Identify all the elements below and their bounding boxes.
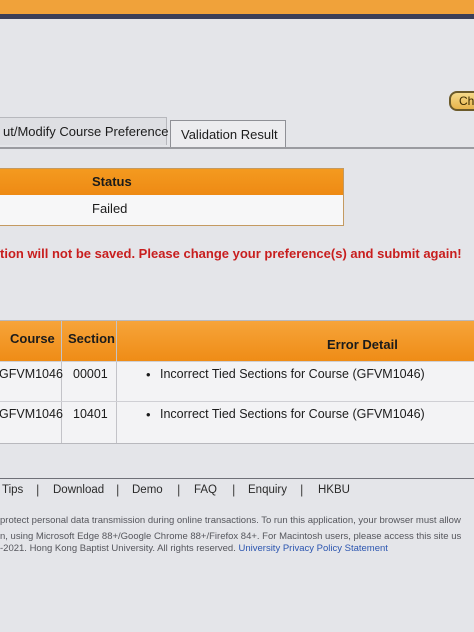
browser-notice-line: protect personal data transmission durin… xyxy=(0,515,461,526)
table-row: GFVM1046 00001 • Incorrect Tied Sections… xyxy=(0,361,474,401)
error-detail: Incorrect Tied Sections for Course (GFVM… xyxy=(160,367,425,381)
status-table: Status Failed xyxy=(0,168,344,226)
error-table: Course Section Error Detail GFVM1046 000… xyxy=(0,320,474,444)
copyright-line: -2021. Hong Kong Baptist University. All… xyxy=(0,543,474,554)
column-header-course: Course xyxy=(10,331,55,346)
footer-link-hkbu[interactable]: HKBU xyxy=(318,484,350,496)
footer-link-demo[interactable]: Demo xyxy=(132,484,163,496)
status-value: Failed xyxy=(92,201,128,216)
nav-separator: | xyxy=(177,482,181,497)
column-header-section: Section xyxy=(68,331,115,346)
top-divider xyxy=(0,14,474,19)
browser-notice: protect personal data transmission durin… xyxy=(0,513,474,545)
table-row: GFVM1046 10401 • Incorrect Tied Sections… xyxy=(0,401,474,441)
change-button[interactable]: Ch xyxy=(449,91,474,111)
bullet-icon: • xyxy=(146,367,151,382)
tab-validation-result[interactable]: Validation Result xyxy=(170,120,286,148)
tab-bar-divider xyxy=(0,147,474,149)
footer-divider xyxy=(0,478,474,479)
footer-link-enquiry[interactable]: Enquiry xyxy=(248,484,287,496)
section-number: 00001 xyxy=(73,367,108,381)
nav-separator: | xyxy=(116,482,120,497)
section-number: 10401 xyxy=(73,407,108,421)
footer-link-faq[interactable]: FAQ xyxy=(194,484,217,496)
privacy-policy-link[interactable]: University Privacy Policy Statement xyxy=(239,543,388,554)
course-code: GFVM1046 xyxy=(0,407,63,421)
error-detail: Incorrect Tied Sections for Course (GFVM… xyxy=(160,407,425,421)
column-header-error-detail: Error Detail xyxy=(327,337,398,352)
warning-message: tion will not be saved. Please change yo… xyxy=(0,246,462,261)
tab-modify-course-preference[interactable]: ut/Modify Course Preference xyxy=(0,117,168,145)
status-header: Status xyxy=(0,169,343,195)
nav-separator: | xyxy=(300,482,304,497)
copyright-text: -2021. Hong Kong Baptist University. All… xyxy=(0,543,236,554)
top-orange-bar xyxy=(0,0,474,14)
course-code: GFVM1046 xyxy=(0,367,63,381)
bullet-icon: • xyxy=(146,407,151,422)
nav-separator: | xyxy=(232,482,236,497)
nav-separator: | xyxy=(36,482,40,497)
error-table-header: Course Section Error Detail xyxy=(0,321,474,361)
footer-link-download[interactable]: Download xyxy=(53,484,104,496)
footer-link-tips[interactable]: Tips xyxy=(2,484,23,496)
